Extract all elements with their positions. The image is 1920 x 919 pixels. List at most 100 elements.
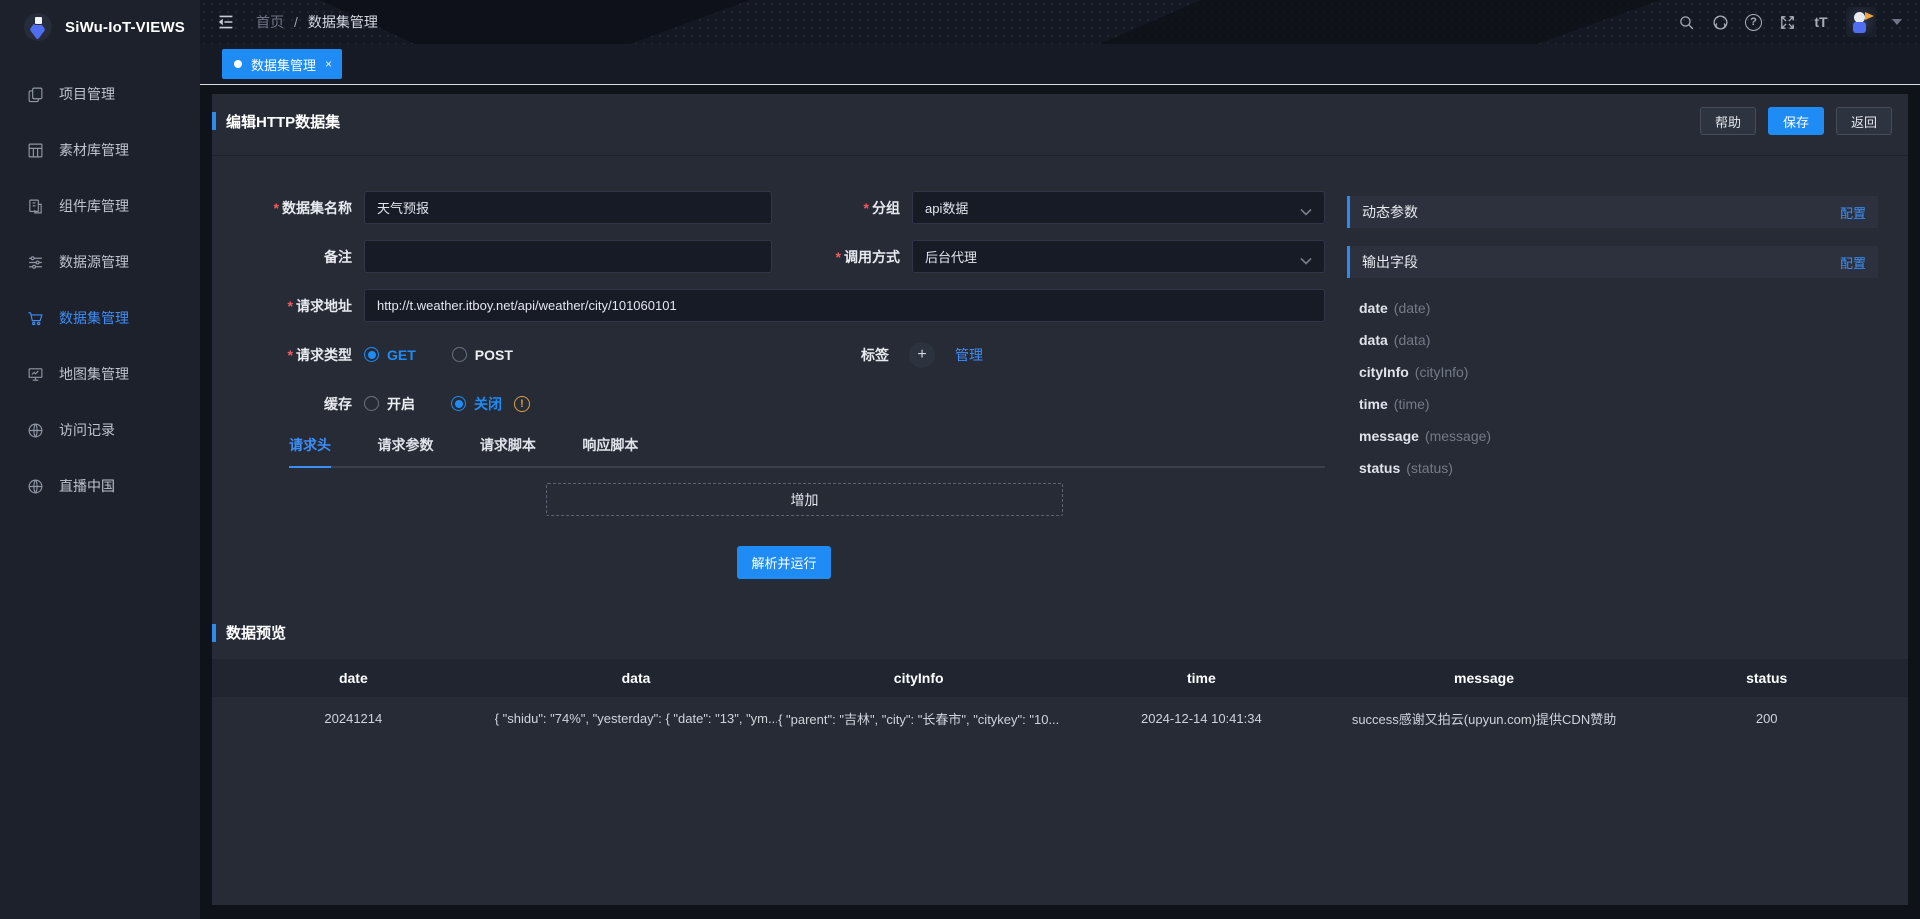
remark-label: 备注 [212, 247, 364, 267]
data-preview-table: date data cityInfo time message status 2… [212, 659, 1908, 739]
menu-fold-icon[interactable] [216, 14, 236, 30]
help-glyph: ? [1750, 16, 1757, 28]
output-fields-config-link[interactable]: 配置 [1840, 253, 1866, 272]
active-tab-dot [234, 60, 242, 68]
save-button[interactable]: 保存 [1768, 107, 1824, 135]
cache-off-radio[interactable] [451, 396, 466, 411]
cache-on-option[interactable]: 开启 [387, 394, 415, 414]
chevron-down-icon [1300, 253, 1312, 261]
output-field-item: cityInfo(cityInfo) [1347, 356, 1878, 388]
globe-icon [27, 422, 44, 439]
output-field-item: date(date) [1347, 292, 1878, 324]
sidebar-item-material[interactable]: 素材库管理 [0, 122, 200, 178]
head-divider [212, 155, 1908, 156]
dynamic-params-config-link[interactable]: 配置 [1840, 203, 1866, 222]
table-cell: 20241214 [212, 711, 495, 726]
astronaut-suit-shape [1853, 22, 1866, 33]
tab-request-params[interactable]: 请求参数 [377, 435, 433, 466]
close-icon[interactable]: × [325, 57, 332, 71]
request-type-post-option[interactable]: POST [475, 347, 513, 363]
output-field-item: time(time) [1347, 388, 1878, 420]
help-icon[interactable]: ? [1745, 14, 1762, 31]
top-header: 首页 / 数据集管理 ? tT [200, 0, 1920, 44]
breadcrumb-home[interactable]: 首页 [256, 12, 284, 32]
github-icon[interactable] [1711, 13, 1729, 31]
params-panel: 动态参数 配置 输出字段 配置 date(date) data(data) ci… [1347, 196, 1878, 484]
parse-and-run-button[interactable]: 解析并运行 [737, 546, 831, 579]
add-header-button[interactable]: 增加 [546, 483, 1063, 516]
sidebar-item-project[interactable]: 项目管理 [0, 66, 200, 122]
tab-request-headers[interactable]: 请求头 [289, 435, 331, 468]
open-tabs-bar: 数据集管理 × [200, 44, 1920, 85]
dynamic-params-title: 动态参数 [1362, 202, 1418, 222]
sidebar-item-component[interactable]: 组件库管理 [0, 178, 200, 234]
table-header-row: date data cityInfo time message status [212, 659, 1908, 697]
table-row: 20241214 { "shidu": "74%", "yesterday": … [212, 697, 1908, 739]
invoke-mode-label: *调用方式 [772, 247, 912, 267]
font-size-icon[interactable]: tT [1812, 13, 1830, 31]
map-board-icon [27, 366, 44, 383]
add-tag-button[interactable]: + [909, 342, 935, 368]
sidebar: SiWu-IoT-VIEWS 项目管理 素材库管理 组件库管理 数据源管理 数据… [0, 0, 200, 919]
sidebar-item-dataset[interactable]: 数据集管理 [0, 290, 200, 346]
manage-tags-link[interactable]: 管理 [955, 345, 983, 365]
table-cell: 200 [1625, 711, 1908, 726]
globe-icon [27, 478, 44, 495]
breadcrumb-separator: / [294, 14, 298, 30]
sidebar-item-access-log[interactable]: 访问记录 [0, 402, 200, 458]
sidebar-item-mapset[interactable]: 地图集管理 [0, 346, 200, 402]
column-header: status [1625, 670, 1908, 686]
required-marker: * [836, 249, 841, 265]
request-type-get-option[interactable]: GET [387, 347, 416, 363]
back-button[interactable]: 返回 [1836, 107, 1892, 135]
sliders-icon [27, 254, 44, 271]
column-header: message [1343, 670, 1626, 686]
sidebar-item-label: 组件库管理 [59, 196, 129, 216]
output-fields-title: 输出字段 [1362, 252, 1418, 272]
group-label: *分组 [772, 198, 912, 218]
column-header: data [495, 670, 778, 686]
breadcrumb-current: 数据集管理 [308, 12, 378, 32]
component-icon [27, 198, 44, 215]
sidebar-item-datasource[interactable]: 数据源管理 [0, 234, 200, 290]
invoke-mode-select[interactable]: 后台代理 [912, 240, 1325, 273]
cache-on-radio[interactable] [364, 396, 379, 411]
title-accent-bar [212, 112, 216, 130]
column-header: time [1060, 670, 1343, 686]
output-field-item: message(message) [1347, 420, 1878, 452]
cache-off-option[interactable]: 关闭 [474, 394, 502, 414]
tags-label: 标签 [861, 345, 889, 365]
request-type-get-radio[interactable] [364, 347, 379, 362]
output-field-item: status(status) [1347, 452, 1878, 484]
http-dataset-form: *数据集名称 *分组 api数据 备注 *调用方式 后台代理 *请求地址 *请求… [212, 191, 1337, 436]
table-cell: success感谢又拍云(upyun.com)提供CDN赞助 [1343, 709, 1626, 728]
dataset-name-input[interactable] [364, 191, 772, 224]
sidebar-item-label: 访问记录 [59, 420, 115, 440]
dynamic-params-header: 动态参数 配置 [1347, 196, 1878, 228]
app-logo-row: SiWu-IoT-VIEWS [0, 0, 200, 54]
output-fields-list: date(date) data(data) cityInfo(cityInfo)… [1347, 292, 1878, 484]
caret-down-icon[interactable] [1892, 19, 1902, 25]
search-icon[interactable] [1677, 13, 1695, 31]
fullscreen-icon[interactable] [1778, 13, 1796, 31]
sidebar-item-label: 项目管理 [59, 84, 115, 104]
copy-icon [27, 86, 44, 103]
table-cell: { "parent": "吉林", "city": "长春市", "cityke… [777, 709, 1060, 728]
help-button[interactable]: 帮助 [1700, 107, 1756, 135]
grid-icon [27, 142, 44, 159]
tab-dataset-management[interactable]: 数据集管理 × [222, 49, 342, 79]
sidebar-item-label: 数据集管理 [59, 308, 129, 328]
edit-http-dataset-card: 编辑HTTP数据集 帮助 保存 返回 *数据集名称 *分组 api数据 备注 *… [212, 94, 1908, 905]
sidebar-item-label: 数据源管理 [59, 252, 129, 272]
sidebar-menu: 项目管理 素材库管理 组件库管理 数据源管理 数据集管理 地图集管理 访问记录 [0, 66, 200, 514]
remark-input[interactable] [364, 240, 772, 273]
group-select[interactable]: api数据 [912, 191, 1325, 224]
user-avatar[interactable] [1846, 7, 1876, 37]
cart-icon [27, 310, 44, 327]
request-type-post-radio[interactable] [452, 347, 467, 362]
required-marker: * [288, 347, 293, 363]
request-url-input[interactable] [364, 289, 1325, 322]
tab-request-script[interactable]: 请求脚本 [480, 435, 536, 466]
tab-response-script[interactable]: 响应脚本 [582, 435, 638, 466]
sidebar-item-live-china[interactable]: 直播中国 [0, 458, 200, 514]
